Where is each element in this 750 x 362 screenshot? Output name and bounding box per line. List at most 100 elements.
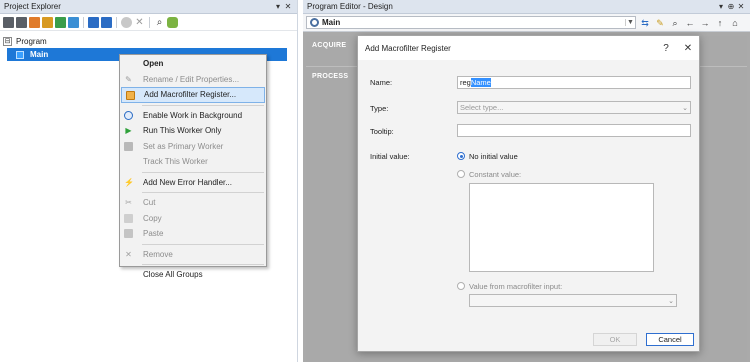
- constant-value-textarea[interactable]: [469, 183, 654, 272]
- menu-item-label: Run This Worker Only: [143, 126, 222, 136]
- edit-icon[interactable]: ✎: [654, 17, 666, 29]
- tree-item-label: Main: [30, 50, 49, 59]
- macrofilter-name: Main: [322, 18, 341, 27]
- chevron-down-icon: ⌄: [682, 104, 688, 112]
- menu-item-track-worker[interactable]: Track This Worker: [120, 154, 266, 170]
- worker-icon[interactable]: [88, 16, 99, 28]
- menu-item-label: Rename / Edit Properties...: [143, 74, 240, 84]
- type-placeholder: Select type...: [460, 103, 504, 112]
- tooltip-label: Tooltip:: [370, 127, 394, 136]
- dialog-title: Add Macrofilter Register: [365, 43, 451, 53]
- dock-icon[interactable]: ⊕: [726, 2, 736, 11]
- menu-item-add-register[interactable]: Add Macrofilter Register...: [121, 87, 265, 103]
- name-label: Name:: [370, 78, 393, 87]
- radio-macrofilter-input-label: Value from macrofilter input:: [469, 282, 563, 291]
- name-selection: Name: [470, 78, 491, 87]
- chevron-down-icon: ▼: [625, 19, 635, 26]
- back-icon[interactable]: ←: [684, 17, 696, 29]
- new-loop-icon[interactable]: [29, 16, 40, 28]
- menu-item-label: Enable Work in Background: [143, 110, 243, 120]
- menu-item-label: Add New Error Handler...: [143, 177, 232, 187]
- initial-value-label: Initial value:: [370, 152, 410, 161]
- radio-constant-label: Constant value:: [469, 170, 522, 179]
- menu-item-copy[interactable]: Copy: [120, 211, 266, 227]
- menu-item-label: Close All Groups: [143, 270, 203, 280]
- program-editor-header: Program Editor - Design ▾ ⊕ ✕: [303, 0, 750, 14]
- name-input[interactable]: reg Name: [457, 76, 691, 89]
- context-menu: Open ✎ Rename / Edit Properties... Add M…: [119, 54, 267, 279]
- menu-item-label: Paste: [143, 229, 164, 239]
- menu-item-cut[interactable]: ✂ Cut: [120, 195, 266, 211]
- type-select[interactable]: Select type... ⌄: [457, 101, 691, 114]
- section-acquire: ACQUIRE: [312, 42, 347, 49]
- radio-no-initial-label: No initial value: [469, 152, 518, 161]
- menu-item-remove[interactable]: ✕ Remove: [120, 247, 266, 263]
- close-icon[interactable]: ✕: [736, 2, 746, 11]
- delete-icon[interactable]: ✕: [134, 17, 145, 28]
- gear-icon: [310, 18, 319, 27]
- project-explorer-toolbar: ✕ ⌕: [0, 14, 297, 31]
- link-icon[interactable]: [167, 16, 178, 28]
- close-icon[interactable]: ✕: [283, 2, 293, 11]
- tooltip-input[interactable]: [457, 124, 691, 137]
- close-button[interactable]: ✕: [677, 43, 699, 54]
- ok-button[interactable]: OK: [593, 333, 637, 346]
- cancel-button[interactable]: Cancel: [646, 333, 694, 346]
- radio-no-initial[interactable]: [457, 152, 465, 160]
- menu-item-add-error-handler[interactable]: ⚡ Add New Error Handler...: [120, 175, 266, 191]
- tree-item-program[interactable]: ⊟ Program: [0, 35, 298, 48]
- add-register-dialog: Add Macrofilter Register ? ✕ Name: reg Na…: [357, 35, 700, 352]
- worker-settings-icon[interactable]: [101, 16, 112, 28]
- paste-icon: [124, 229, 133, 238]
- menu-item-label: Open: [143, 59, 164, 69]
- primary-worker-icon: [124, 141, 133, 151]
- menu-item-run-worker[interactable]: ▶ Run This Worker Only: [120, 123, 266, 139]
- new-variant-icon[interactable]: [42, 16, 53, 28]
- radio-constant[interactable]: [457, 170, 465, 178]
- copy-icon: [124, 213, 133, 223]
- new-task-icon[interactable]: [16, 16, 27, 28]
- name-prefix: reg: [460, 78, 471, 87]
- menu-separator: [142, 243, 264, 245]
- program-editor-toolbar: Main ▼ ⇆ ✎ ⌕ ← → ↑ ⌂: [303, 14, 750, 32]
- menu-item-label: Remove: [143, 249, 173, 259]
- home-icon[interactable]: ⌂: [729, 17, 741, 29]
- forward-icon[interactable]: →: [699, 17, 711, 29]
- import-icon[interactable]: [68, 16, 79, 28]
- radio-macrofilter-input[interactable]: [457, 282, 465, 290]
- new-macrofilter-icon[interactable]: [3, 16, 14, 28]
- macrofilter-input-select[interactable]: ⌄: [469, 294, 677, 307]
- pin-icon[interactable]: ▾: [716, 2, 726, 11]
- up-icon[interactable]: ↑: [714, 17, 726, 29]
- pin-icon[interactable]: ▾: [273, 2, 283, 11]
- menu-item-label: Track This Worker: [143, 157, 208, 167]
- menu-item-set-primary[interactable]: Set as Primary Worker: [120, 139, 266, 155]
- menu-item-open[interactable]: Open: [120, 56, 266, 72]
- collapse-icon[interactable]: ⊟: [3, 37, 12, 46]
- menu-item-close-groups[interactable]: Close All Groups: [120, 267, 266, 283]
- close-icon: ✕: [125, 249, 132, 259]
- project-explorer-header: Project Explorer ▾ ✕: [0, 0, 297, 14]
- help-button[interactable]: ?: [655, 43, 677, 54]
- swap-icon[interactable]: ⇆: [639, 17, 651, 29]
- menu-item-rename[interactable]: ✎ Rename / Edit Properties...: [120, 72, 266, 88]
- menu-item-enable-background[interactable]: Enable Work in Background: [120, 108, 266, 124]
- program-editor-title: Program Editor - Design: [307, 2, 393, 11]
- new-module-icon[interactable]: [55, 16, 66, 28]
- scissors-icon: ✂: [125, 198, 132, 207]
- search-icon[interactable]: ⌕: [669, 17, 681, 29]
- menu-item-paste[interactable]: Paste: [120, 226, 266, 242]
- menu-item-label: Add Macrofilter Register...: [144, 90, 237, 100]
- settings-icon[interactable]: [121, 16, 132, 28]
- type-label: Type:: [370, 104, 389, 113]
- pencil-icon: ✎: [125, 74, 132, 84]
- toolbar-separator: [83, 16, 84, 28]
- toolbar-separator: [149, 16, 150, 28]
- worker-icon: [16, 50, 24, 59]
- play-icon: ▶: [125, 126, 132, 135]
- register-icon: [126, 91, 135, 100]
- search-icon[interactable]: ⌕: [154, 17, 165, 28]
- menu-separator: [142, 264, 264, 265]
- macrofilter-select[interactable]: Main ▼: [306, 16, 636, 29]
- toolbar-separator: [116, 16, 117, 28]
